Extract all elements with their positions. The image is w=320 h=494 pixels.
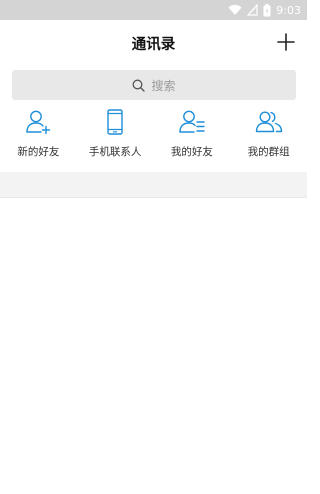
page-title: 通讯录: [131, 37, 176, 53]
search-placeholder: 搜索: [151, 78, 176, 93]
friends-list-icon: [179, 110, 205, 133]
new-friends-button[interactable]: 新的好友: [0, 104, 77, 168]
status-bar: 9:03: [0, 0, 307, 20]
search-icon: [133, 79, 146, 92]
app-bar: 通讯录: [0, 20, 307, 64]
quick-action-label: 我的群组: [247, 146, 290, 158]
add-button[interactable]: [275, 31, 297, 53]
add-friend-icon: [26, 110, 51, 135]
battery-icon: [263, 3, 271, 16]
my-groups-button[interactable]: 我的群组: [230, 104, 307, 168]
status-time: 9:03: [276, 3, 301, 17]
search-bar[interactable]: 搜索: [12, 70, 296, 100]
section-divider: [0, 172, 307, 198]
contacts-list-area: [0, 198, 307, 494]
plus-icon: [277, 33, 295, 51]
status-icons: 9:03: [228, 0, 301, 20]
phone-icon: [107, 109, 123, 135]
my-friends-button[interactable]: 我的好友: [154, 104, 231, 168]
quick-action-label: 新的好友: [17, 146, 60, 158]
quick-action-label: 我的好友: [170, 146, 213, 158]
wifi-icon: [228, 4, 242, 15]
quick-actions: 新的好友 手机联系人 我的好友 我的群组: [0, 104, 307, 168]
phone-contacts-button[interactable]: 手机联系人: [77, 104, 154, 168]
signal-icon: [247, 4, 258, 16]
group-icon: [255, 111, 282, 133]
quick-action-label: 手机联系人: [88, 146, 142, 158]
